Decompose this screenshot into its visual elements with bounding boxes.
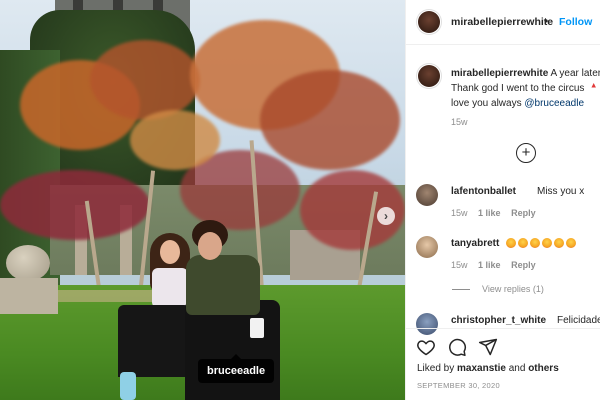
comment-text: Miss you x xyxy=(537,186,585,197)
foliage xyxy=(260,70,400,170)
chevron-right-icon[interactable]: › xyxy=(377,207,395,225)
phone xyxy=(250,318,264,338)
liked-by-label: Liked by xyxy=(417,363,455,374)
heart-eyes-emoji xyxy=(566,238,576,248)
avatar[interactable] xyxy=(416,184,438,206)
others-link[interactable]: others xyxy=(528,363,559,374)
man-legs xyxy=(185,300,280,400)
view-replies-label: View replies (1) xyxy=(482,284,544,294)
emoji-row xyxy=(506,238,578,250)
comment-icon[interactable] xyxy=(447,337,467,357)
share-icon[interactable] xyxy=(478,337,498,357)
caption-line-1: A year later. xyxy=(550,68,600,79)
caption-username[interactable]: mirabellepierrewhite xyxy=(451,68,548,79)
post-side-panel: mirabellepierrewhite • Follow mirabellep… xyxy=(405,0,600,400)
post-photo[interactable]: bruceeadle › xyxy=(0,0,405,400)
view-replies-button[interactable]: View replies (1) xyxy=(452,284,544,294)
action-icons xyxy=(416,337,506,357)
man-shirt xyxy=(186,255,260,315)
avatar[interactable] xyxy=(418,11,440,33)
comment-likes[interactable]: 1 like xyxy=(478,208,501,218)
heart-eyes-emoji xyxy=(518,238,528,248)
comment-age[interactable]: 15w xyxy=(451,208,468,218)
caption-line-2: Thank god I went to the circus xyxy=(451,83,585,94)
round-stone xyxy=(6,245,50,281)
foliage xyxy=(0,170,150,240)
comment-username[interactable]: tanyabrett xyxy=(451,238,499,249)
woman-face xyxy=(160,240,180,264)
heart-eyes-emoji xyxy=(506,238,516,248)
woman-top xyxy=(152,268,188,308)
separator-dot: • xyxy=(544,14,549,28)
comment-meta: 15w 1 like Reply xyxy=(451,260,544,270)
post-actions: Liked by maxanstie and others SEPTEMBER … xyxy=(406,328,600,400)
comment-username[interactable]: lafentonballet xyxy=(451,186,516,197)
comment-meta: 15w 1 like Reply xyxy=(451,208,544,218)
liked-by-user[interactable]: maxanstie xyxy=(457,363,506,374)
comment-age[interactable]: 15w xyxy=(451,260,468,270)
caption-text: mirabellepierrewhite A year later. Thank… xyxy=(451,66,600,111)
comment-text: Felicidades xyxy=(557,315,600,326)
caption-mention[interactable]: @bruceeadle xyxy=(524,98,584,109)
comment-username[interactable]: christopher_t_white xyxy=(451,315,546,326)
author-username[interactable]: mirabellepierrewhite xyxy=(451,16,553,28)
and-label: and xyxy=(508,363,526,374)
post-header: mirabellepierrewhite • Follow xyxy=(406,0,600,45)
reply-button[interactable]: Reply xyxy=(511,208,536,218)
heart-eyes-emoji xyxy=(554,238,564,248)
plus-circle-icon[interactable]: + xyxy=(516,143,536,163)
avatar[interactable] xyxy=(416,236,438,258)
post-date[interactable]: SEPTEMBER 30, 2020 xyxy=(417,381,500,390)
foliage xyxy=(90,40,200,120)
avatar[interactable] xyxy=(418,65,440,87)
woman-legs xyxy=(118,305,190,377)
replies-line xyxy=(452,289,470,291)
likes-summary: Liked by maxanstie and others xyxy=(417,363,559,374)
comment-likes[interactable]: 1 like xyxy=(478,260,501,270)
woman-shoe xyxy=(120,372,136,400)
caption-age[interactable]: 15w xyxy=(451,117,468,127)
foliage xyxy=(130,110,220,170)
follow-button[interactable]: Follow xyxy=(559,16,592,28)
heart-icon[interactable] xyxy=(416,337,436,357)
reply-button[interactable]: Reply xyxy=(511,260,536,270)
man-face xyxy=(198,232,222,260)
heart-eyes-emoji xyxy=(530,238,540,248)
caption-line-3: love you always xyxy=(451,98,522,109)
stone-plinth xyxy=(0,278,58,314)
photo-user-tag[interactable]: bruceeadle xyxy=(198,354,275,383)
circus-tent-emoji xyxy=(589,83,599,92)
heart-eyes-emoji xyxy=(542,238,552,248)
